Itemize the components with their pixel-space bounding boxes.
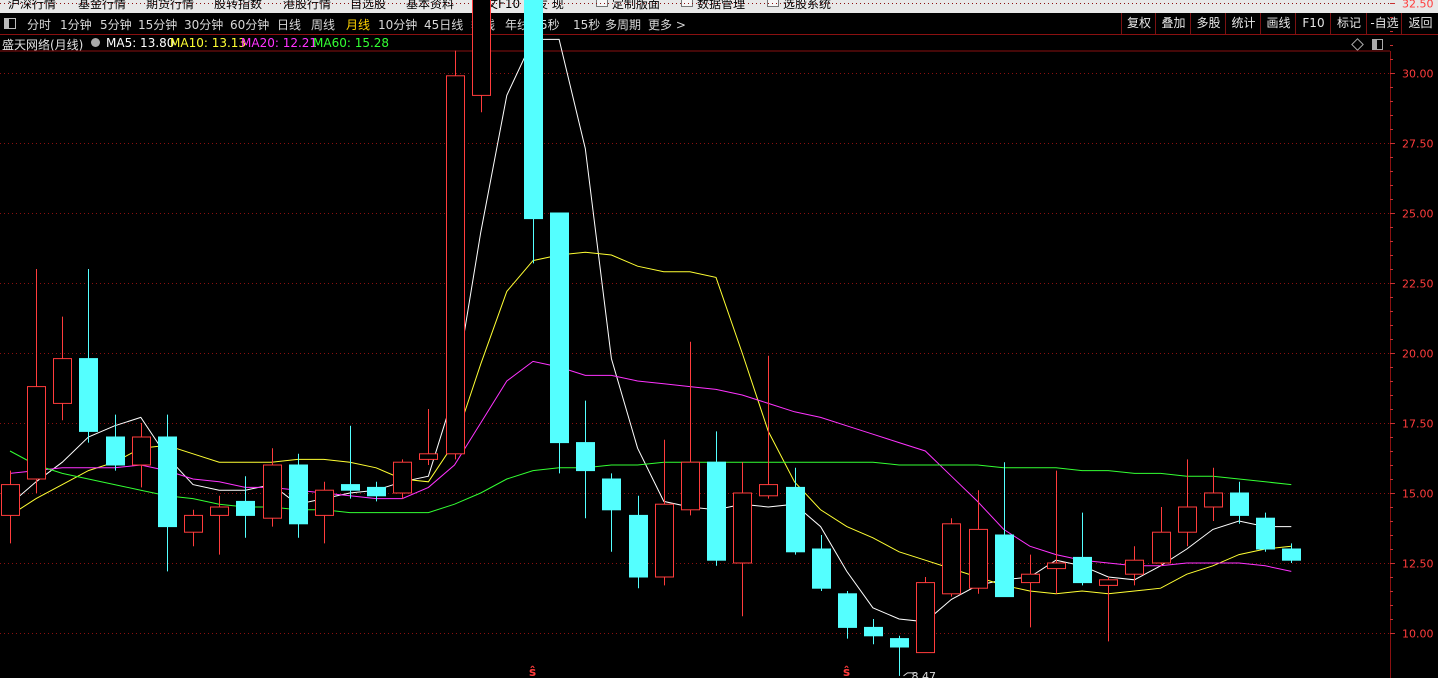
candle-body-up [1099, 579, 1118, 586]
candlestick-chart[interactable]: 10.00 12.50 15.00 17.50 20.00 22.50 25.00 27.50… [0, 0, 1438, 678]
candle-body-up [1178, 506, 1197, 533]
y-tick-label: 10.00 [1402, 628, 1434, 641]
candle-body-down [576, 442, 595, 472]
candle-body-down [629, 514, 648, 578]
candle-body-up [681, 461, 700, 511]
candle-body-down [236, 500, 255, 516]
candle-body-up [393, 461, 412, 494]
candle-body-up [1204, 492, 1223, 508]
candle-body-down [786, 486, 805, 553]
y-tick-label: 30.00 [1402, 68, 1434, 81]
candle-body-down [79, 358, 98, 432]
candle-body-up [27, 386, 46, 480]
candle-body-up [263, 464, 282, 519]
candle-body-down [1282, 548, 1301, 561]
candle-body-up [132, 436, 151, 466]
candle-body-up [315, 489, 334, 516]
candle-body-up [942, 523, 961, 595]
y-tick-label: 32.50 [1402, 0, 1434, 11]
candle-body-down [812, 548, 831, 589]
ma-line-ma20 [9, 360, 1292, 572]
candle-body-up [655, 503, 674, 578]
candle-body-up [733, 492, 752, 564]
y-tick-label: 27.50 [1402, 138, 1434, 151]
y-tick-label: 17.50 [1402, 418, 1434, 431]
candle-body-up [446, 75, 465, 455]
candle-body-down [524, 0, 543, 220]
candle-body-up [1047, 562, 1066, 570]
candle-body-up [969, 528, 988, 589]
y-tick-label: 20.00 [1402, 348, 1434, 361]
candle-body-up [472, 0, 491, 96]
candle-body-down [995, 534, 1014, 598]
candle-body-down [1073, 556, 1092, 584]
candle-body-up [1152, 531, 1171, 564]
ma-line-ma5 [9, 38, 1292, 623]
y-tick-label: 25.00 [1402, 208, 1434, 221]
candle-body-up [210, 506, 229, 516]
candle-body-up [184, 514, 203, 533]
event-marker: ŝ [529, 665, 536, 678]
y-tick-label: 15.00 [1402, 488, 1434, 501]
y-tick-label: 22.50 [1402, 278, 1434, 291]
candle-body-up [1125, 559, 1144, 575]
candle-body-down [158, 436, 177, 528]
candle-body-down [838, 593, 857, 628]
ma-line-ma60 [9, 450, 1292, 514]
candle-body-up [759, 484, 778, 497]
candle-body-up [419, 453, 438, 460]
event-marker: ŝ [843, 665, 850, 678]
candle-body-down [341, 484, 360, 491]
candle-body-down [106, 436, 125, 466]
candle-body-down [367, 486, 386, 497]
candle-body-down [1256, 517, 1275, 550]
y-tick-label: 12.50 [1402, 558, 1434, 571]
candle-body-down [864, 626, 883, 637]
candle-body-up [916, 582, 935, 654]
candle-body-down [289, 464, 308, 525]
candle-body-up [1, 484, 20, 516]
candle-body-down [602, 478, 621, 511]
candle-body-down [890, 638, 909, 648]
candle-body-up [53, 358, 72, 404]
candle-body-down [550, 212, 569, 444]
candle-body-up [1021, 573, 1040, 584]
low-price-annotation: 8.47 [912, 670, 937, 678]
candle-body-down [707, 461, 726, 561]
ma-line-ma10 [9, 251, 1292, 595]
candle-body-down [1230, 492, 1249, 516]
